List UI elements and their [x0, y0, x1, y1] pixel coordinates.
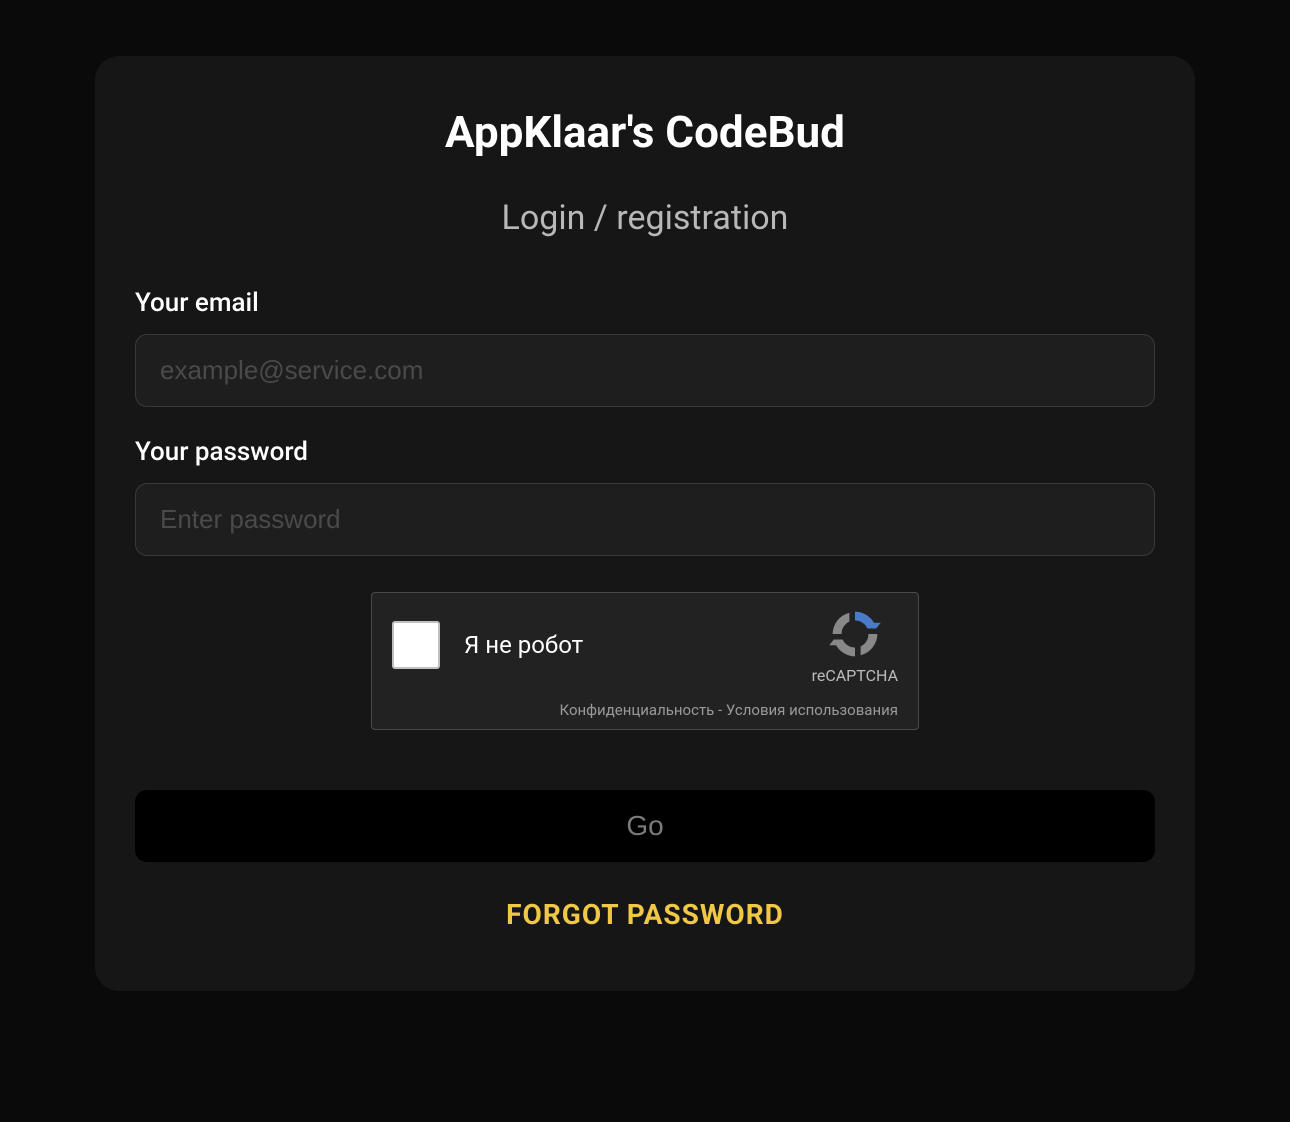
password-group: Your password: [135, 437, 1155, 556]
page-subtitle: Login / registration: [135, 198, 1155, 238]
recaptcha-brand: reCAPTCHA: [812, 666, 898, 685]
email-label: Your email: [135, 288, 1155, 318]
recaptcha-container: Я не робот reCAPTCHA: [135, 592, 1155, 730]
recaptcha-privacy-link[interactable]: Конфиденциальность: [560, 701, 715, 719]
submit-button[interactable]: Go: [135, 790, 1155, 862]
recaptcha-label: Я не робот: [464, 631, 812, 659]
recaptcha-separator: -: [714, 701, 726, 719]
recaptcha-icon: [827, 606, 883, 662]
forgot-password-link[interactable]: FORGOT PASSWORD: [135, 898, 1155, 931]
recaptcha-terms-link[interactable]: Условия использования: [726, 701, 898, 719]
password-label: Your password: [135, 437, 1155, 467]
email-field[interactable]: [135, 334, 1155, 407]
page-title: AppKlaar's CodeBud: [135, 106, 1155, 158]
recaptcha-main: Я не робот reCAPTCHA: [372, 593, 918, 697]
recaptcha-widget: Я не робот reCAPTCHA: [371, 592, 919, 730]
password-field[interactable]: [135, 483, 1155, 556]
recaptcha-checkbox[interactable]: [392, 621, 440, 669]
recaptcha-logo: reCAPTCHA: [812, 606, 898, 685]
recaptcha-footer: Конфиденциальность - Условия использован…: [372, 697, 918, 729]
email-group: Your email: [135, 288, 1155, 407]
login-card: AppKlaar's CodeBud Login / registration …: [95, 56, 1195, 991]
